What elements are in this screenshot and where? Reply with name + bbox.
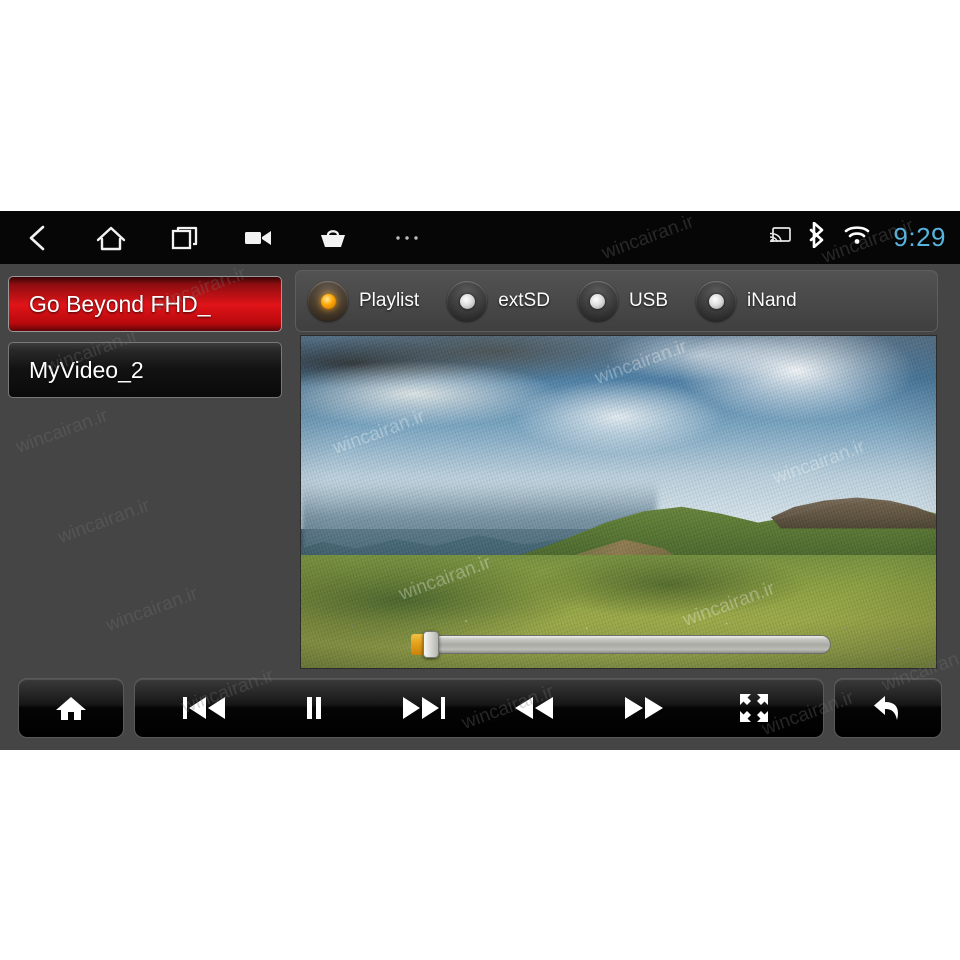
seek-bar-track[interactable] bbox=[425, 635, 831, 654]
home-icon[interactable] bbox=[74, 211, 148, 264]
transport-controls bbox=[134, 678, 824, 738]
radio-button-icon bbox=[577, 281, 618, 321]
bluetooth-icon[interactable] bbox=[807, 221, 827, 253]
home-button[interactable] bbox=[18, 678, 124, 738]
source-option-inand[interactable]: iNand bbox=[696, 281, 819, 321]
video-camera-icon[interactable] bbox=[222, 211, 296, 264]
fast-forward-button[interactable] bbox=[605, 679, 683, 737]
source-label: USB bbox=[628, 290, 669, 311]
radio-button-icon bbox=[696, 281, 737, 321]
next-track-button[interactable] bbox=[385, 679, 463, 737]
playlist-item-label: MyVideo_2 bbox=[29, 356, 144, 383]
video-player-surface[interactable]: wincairan.ir wincairan.ir wincairan.ir w… bbox=[300, 335, 937, 669]
status-indicators: 9:29 bbox=[769, 211, 946, 264]
source-label: Playlist bbox=[359, 290, 420, 311]
navigation-buttons bbox=[0, 211, 444, 264]
source-option-extsd[interactable]: extSD bbox=[447, 281, 572, 321]
seek-bar-handle[interactable] bbox=[423, 631, 439, 658]
radio-button-icon bbox=[308, 281, 348, 321]
list-item[interactable]: MyVideo_2 bbox=[8, 342, 282, 398]
previous-track-button[interactable] bbox=[165, 679, 243, 737]
rewind-button[interactable] bbox=[495, 679, 573, 737]
status-bar: 9:29 bbox=[0, 211, 960, 264]
seek-bar[interactable] bbox=[411, 630, 831, 658]
source-option-usb[interactable]: USB bbox=[577, 281, 690, 321]
list-item[interactable]: Go Beyond FHD_ bbox=[8, 276, 282, 332]
radio-button-icon bbox=[447, 281, 488, 321]
car-head-unit-screen: 9:29 Go Beyond FHD_ MyVideo_2 Playlist e… bbox=[0, 211, 960, 750]
recents-icon[interactable] bbox=[148, 211, 222, 264]
back-icon[interactable] bbox=[0, 211, 74, 264]
status-clock: 9:29 bbox=[893, 222, 946, 252]
playback-control-bar bbox=[0, 669, 960, 750]
source-label: extSD bbox=[498, 290, 550, 311]
basket-icon[interactable] bbox=[296, 211, 370, 264]
playlist-item-label: Go Beyond FHD_ bbox=[29, 290, 211, 317]
playlist-panel: Go Beyond FHD_ MyVideo_2 bbox=[0, 264, 290, 669]
source-option-playlist[interactable]: Playlist bbox=[308, 281, 441, 321]
source-label: iNand bbox=[747, 290, 797, 311]
fullscreen-button[interactable] bbox=[715, 679, 793, 737]
back-button[interactable] bbox=[834, 678, 942, 738]
cast-icon[interactable] bbox=[769, 226, 792, 249]
wifi-icon[interactable] bbox=[843, 224, 871, 251]
more-icon[interactable] bbox=[370, 211, 444, 264]
source-selector-bar: Playlist extSD USB iNand bbox=[295, 270, 938, 332]
pause-button[interactable] bbox=[275, 679, 353, 737]
